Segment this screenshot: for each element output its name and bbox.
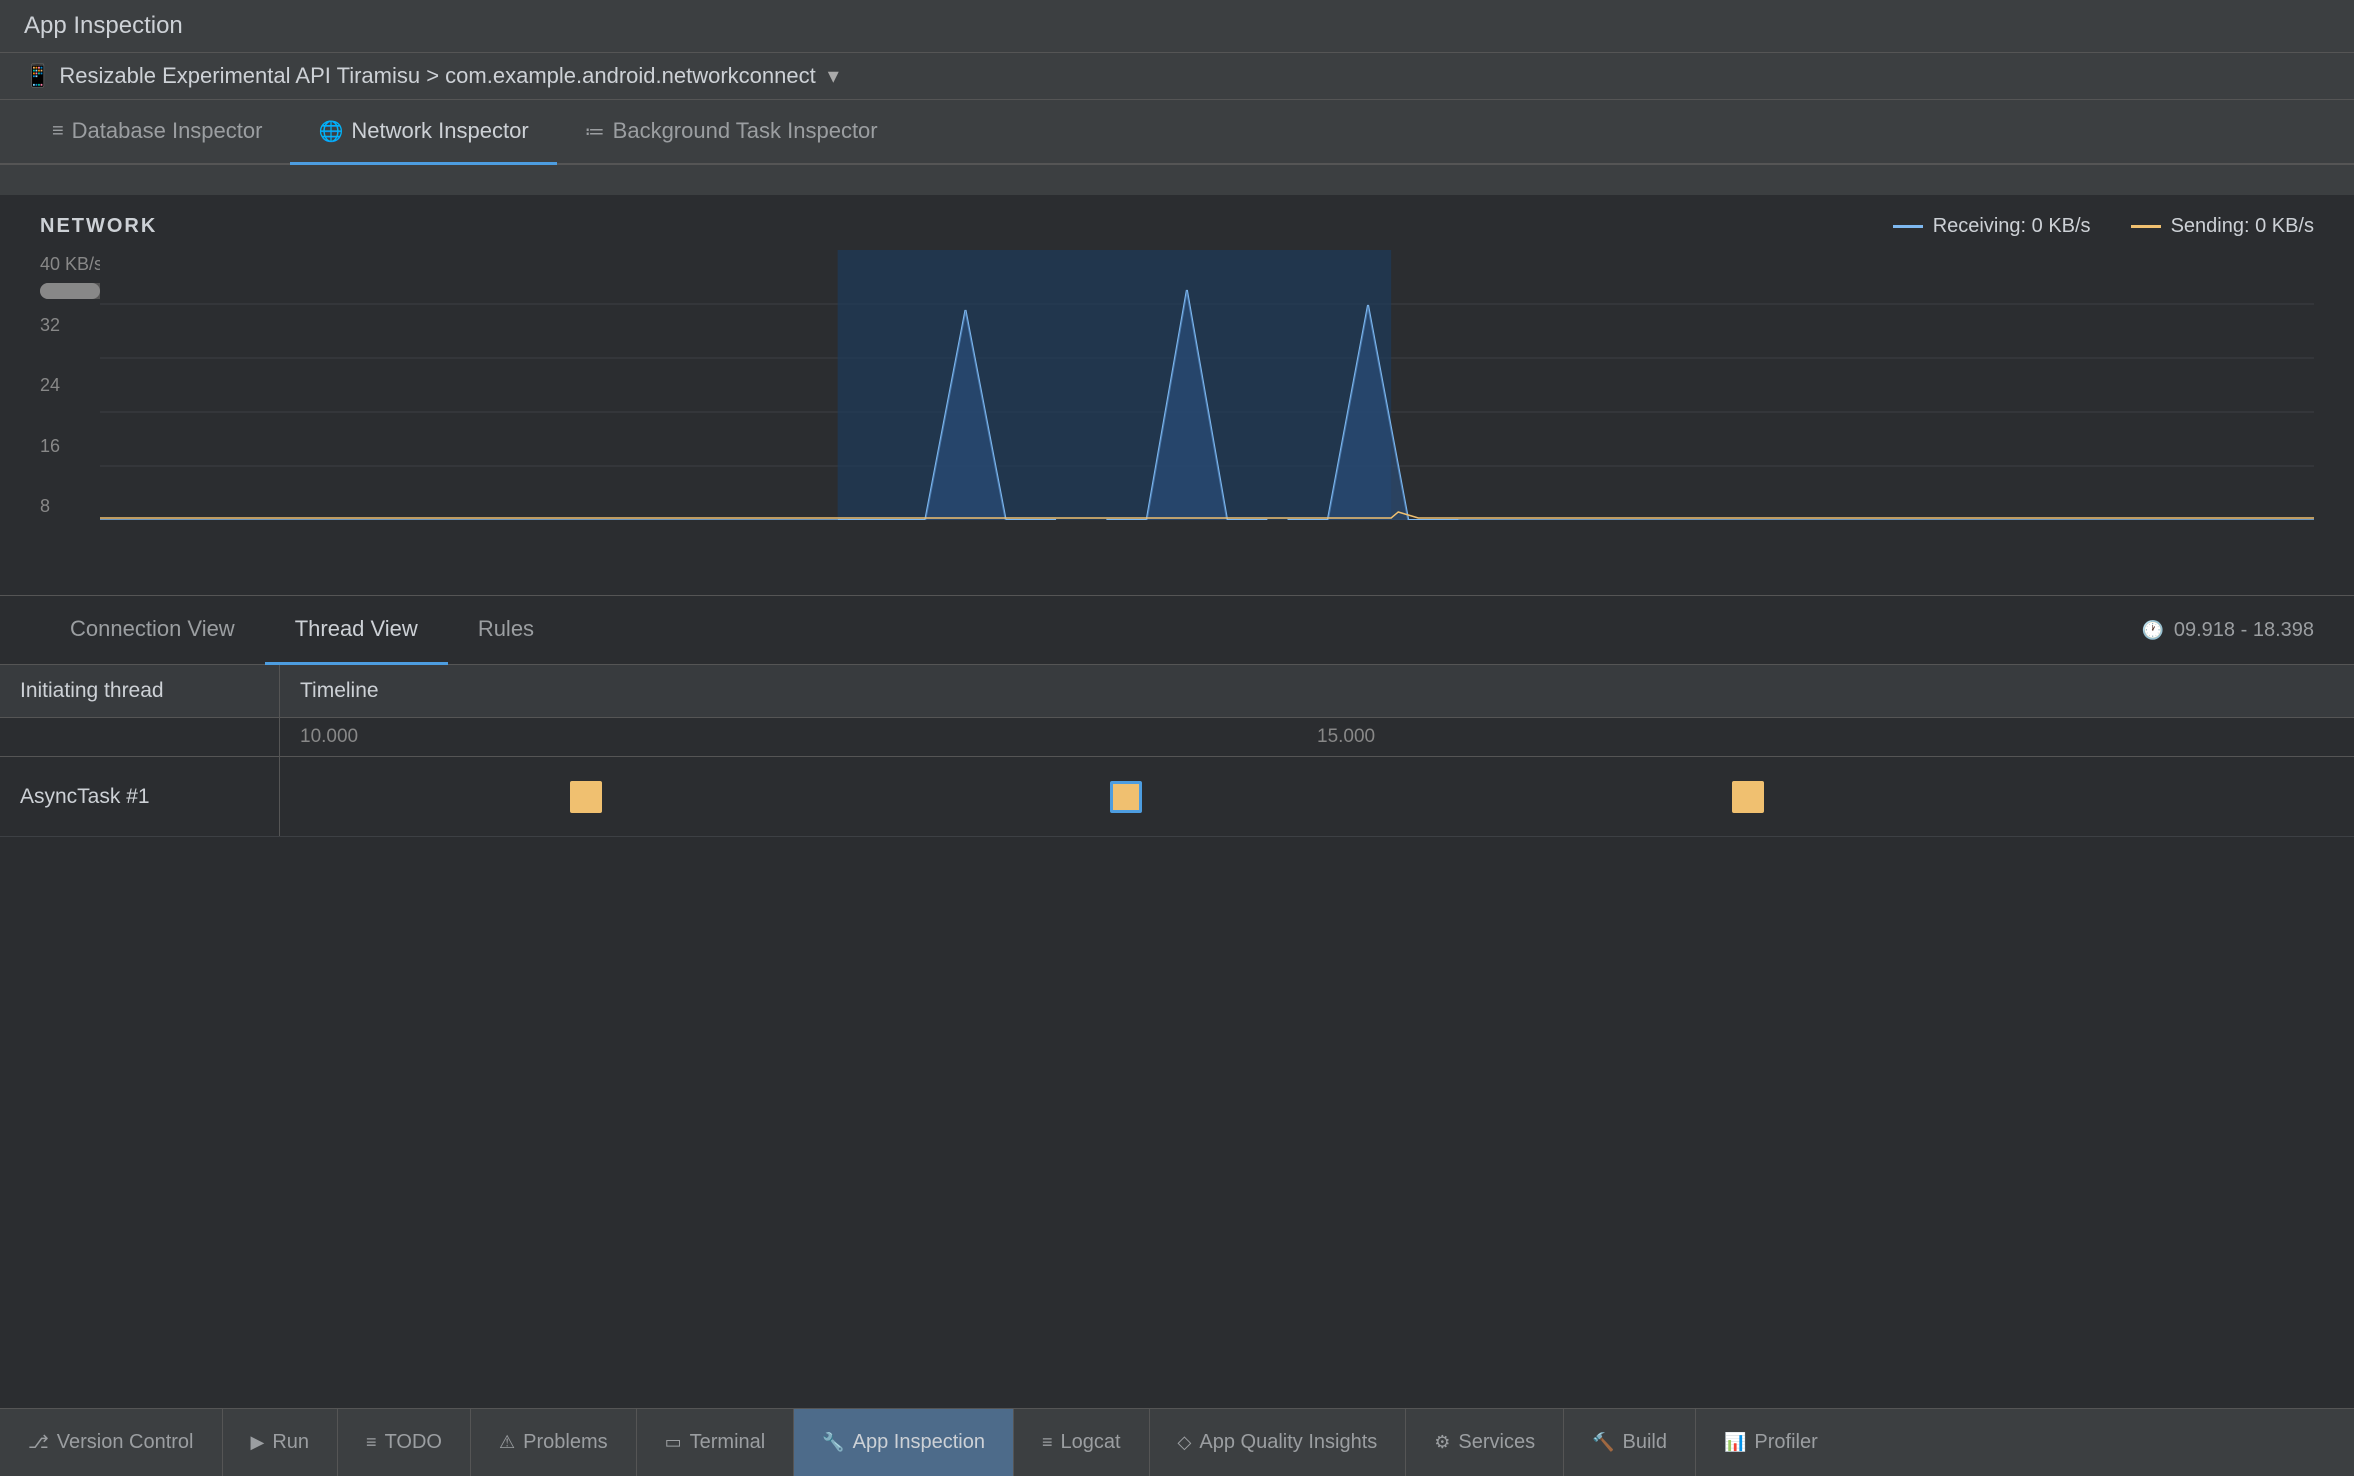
title-bar: App Inspection [0, 0, 2354, 53]
problems-icon: ⚠ [499, 1432, 515, 1453]
tab-database-inspector[interactable]: ≡ Database Inspector [24, 100, 290, 165]
task-block-3[interactable] [1732, 781, 1764, 813]
inspector-tabs-bar: ≡ Database Inspector 🌐 Network Inspector… [0, 100, 2354, 165]
network-chart-svg-wrapper[interactable] [100, 250, 2314, 520]
tab-connection-view[interactable]: Connection View [40, 596, 265, 665]
profiler-icon: 📊 [1724, 1432, 1746, 1453]
profiler-label: Profiler [1754, 1431, 1817, 1454]
y-tick-24: 24 [40, 376, 103, 394]
sub-col-thread-empty [0, 718, 280, 756]
tab-database-label: Database Inspector [72, 118, 263, 144]
table-row: AsyncTask #1 [0, 757, 2354, 837]
sending-legend: Sending: 0 KB/s [2131, 215, 2314, 238]
problems-label: Problems [523, 1431, 607, 1454]
main-content: NETWORK Receiving: 0 KB/s Sending: 0 KB/… [0, 195, 2354, 1408]
database-icon: ≡ [52, 120, 64, 143]
logcat-label: Logcat [1060, 1431, 1120, 1454]
thread-name: AsyncTask #1 [20, 785, 150, 809]
status-version-control[interactable]: ⎇ Version Control [0, 1409, 223, 1476]
device-bar[interactable]: 📱 Resizable Experimental API Tiramisu > … [0, 53, 2354, 100]
terminal-icon: ▭ [665, 1432, 682, 1453]
chart-title: NETWORK [40, 215, 157, 238]
version-control-icon: ⎇ [28, 1432, 49, 1453]
device-name: Resizable Experimental API Tiramisu > co… [59, 63, 815, 89]
tab-background-task-inspector[interactable]: ≔ Background Task Inspector [557, 100, 906, 165]
network-chart-svg [100, 250, 2314, 520]
tab-thread-view[interactable]: Thread View [265, 596, 448, 665]
view-tabs-row: Connection View Thread View Rules 🕐 09.9… [0, 596, 2354, 665]
services-icon: ⚙ [1434, 1432, 1450, 1453]
y-tick-40: 40 KB/s [40, 255, 103, 273]
terminal-label: Terminal [690, 1431, 766, 1454]
view-tabs: Connection View Thread View Rules [40, 596, 564, 664]
network-icon: 🌐 [318, 119, 343, 144]
version-control-label: Version Control [57, 1431, 194, 1454]
thread-table: Initiating thread Timeline 10.000 15.000… [0, 665, 2354, 1408]
y-axis-scale: 40 KB/s 32 24 16 8 [40, 255, 103, 515]
tab-rules[interactable]: Rules [448, 596, 564, 665]
timeline-tick-start: 10.000 [300, 726, 358, 748]
lower-section: Connection View Thread View Rules 🕐 09.9… [0, 595, 2354, 1408]
status-terminal[interactable]: ▭ Terminal [637, 1409, 795, 1476]
status-profiler[interactable]: 📊 Profiler [1696, 1409, 1846, 1476]
todo-label: TODO [385, 1431, 442, 1454]
chart-legend: Receiving: 0 KB/s Sending: 0 KB/s [1893, 215, 2314, 238]
status-bar: ⎇ Version Control ▶ Run ≡ TODO ⚠ Problem… [0, 1408, 2354, 1476]
app-inspection-icon: 🔧 [822, 1432, 844, 1453]
status-services[interactable]: ⚙ Services [1406, 1409, 1564, 1476]
status-problems[interactable]: ⚠ Problems [471, 1409, 637, 1476]
chevron-down-icon[interactable]: ▾ [828, 63, 839, 89]
logcat-icon: ≡ [1042, 1432, 1053, 1453]
receiving-legend: Receiving: 0 KB/s [1893, 215, 2091, 238]
run-icon: ▶ [251, 1432, 265, 1453]
timeline-cell[interactable] [280, 757, 2354, 836]
background-icon: ≔ [585, 119, 605, 144]
device-icon: 📱 [24, 63, 51, 89]
col-header-thread: Initiating thread [0, 665, 280, 717]
chart-header: NETWORK Receiving: 0 KB/s Sending: 0 KB/… [0, 215, 2354, 248]
app-inspection-label: App Inspection [853, 1431, 985, 1454]
table-header: Initiating thread Timeline [0, 665, 2354, 718]
status-app-inspection[interactable]: 🔧 App Inspection [794, 1409, 1014, 1476]
y-tick-16: 16 [40, 437, 103, 455]
tab-background-label: Background Task Inspector [613, 118, 878, 144]
time-range-display: 🕐 09.918 - 18.398 [2141, 619, 2314, 642]
timeline-sub-header: 10.000 15.000 [0, 718, 2354, 757]
timeline-tick-mid: 15.000 [1317, 726, 1375, 748]
status-app-quality[interactable]: ◇ App Quality Insights [1150, 1409, 1407, 1476]
y-tick-32: 32 [40, 316, 103, 334]
status-build[interactable]: 🔨 Build [1564, 1409, 1696, 1476]
y-tick-8: 8 [40, 497, 103, 515]
col-header-timeline: Timeline [280, 665, 2354, 717]
app-quality-icon: ◇ [1178, 1432, 1192, 1453]
tabs-spacer [0, 165, 2354, 195]
receiving-label: Receiving: 0 KB/s [1933, 215, 2091, 238]
status-logcat[interactable]: ≡ Logcat [1014, 1409, 1150, 1476]
task-block-2[interactable] [1110, 781, 1142, 813]
task-block-1[interactable] [570, 781, 602, 813]
services-label: Services [1458, 1431, 1535, 1454]
thread-name-cell: AsyncTask #1 [0, 757, 280, 836]
build-label: Build [1623, 1431, 1667, 1454]
sub-col-timeline-ticks: 10.000 15.000 [280, 718, 2354, 756]
time-range-value: 09.918 - 18.398 [2174, 619, 2314, 642]
status-run[interactable]: ▶ Run [223, 1409, 339, 1476]
app-quality-label: App Quality Insights [1199, 1431, 1377, 1454]
sending-line [2131, 225, 2161, 228]
app-title: App Inspection [24, 12, 183, 39]
tab-network-label: Network Inspector [351, 118, 528, 144]
tab-network-inspector[interactable]: 🌐 Network Inspector [290, 100, 556, 165]
status-todo[interactable]: ≡ TODO [338, 1409, 471, 1476]
network-chart-area: NETWORK Receiving: 0 KB/s Sending: 0 KB/… [0, 195, 2354, 595]
build-icon: 🔨 [1592, 1432, 1614, 1453]
run-label: Run [272, 1431, 309, 1454]
sending-label: Sending: 0 KB/s [2171, 215, 2314, 238]
todo-icon: ≡ [366, 1432, 377, 1453]
receiving-line [1893, 225, 1923, 228]
clock-icon: 🕐 [2141, 620, 2163, 641]
